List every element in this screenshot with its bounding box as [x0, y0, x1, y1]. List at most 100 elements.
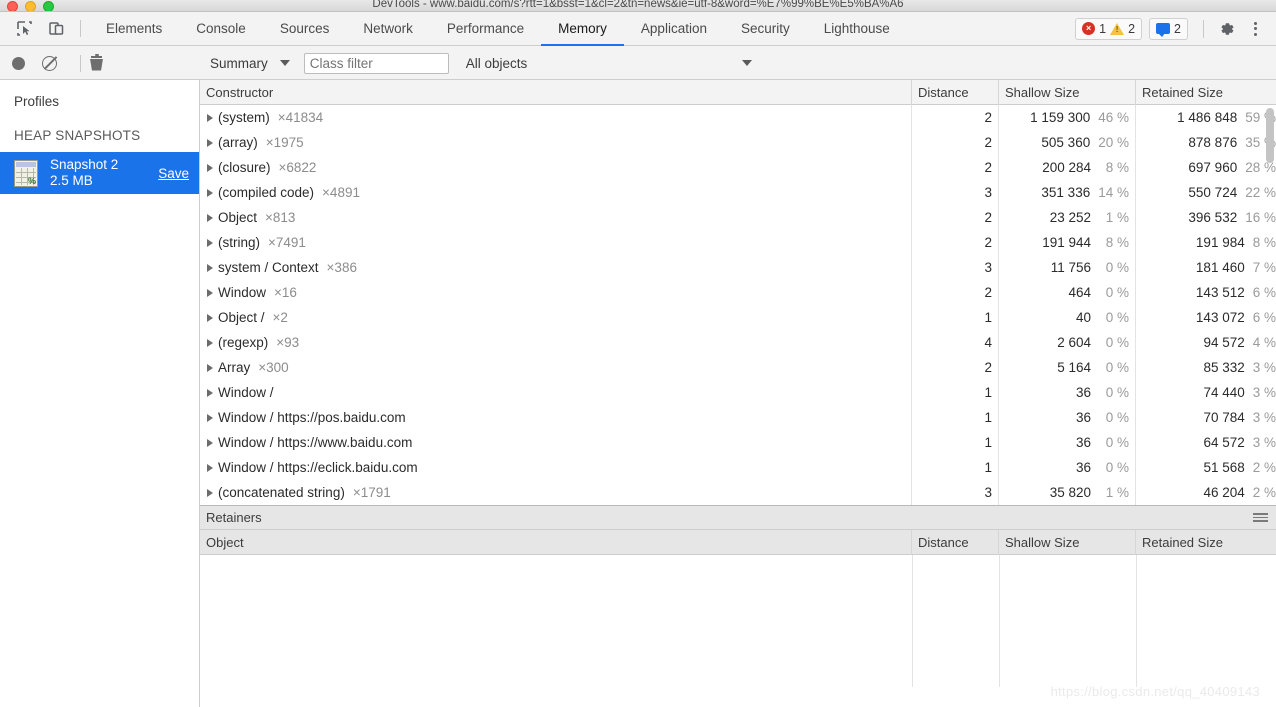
- cell-constructor[interactable]: Array ×300: [200, 355, 912, 380]
- cell-distance: 1: [912, 430, 999, 455]
- table-row[interactable]: Window / https://pos.baidu.com 1 36 0 % 70 7…: [200, 405, 1276, 430]
- table-row[interactable]: Window / 1 36 0 % 74 440 3 %: [200, 380, 1276, 405]
- table-row[interactable]: Window / https://eclick.baidu.com 1 36 0 % 5…: [200, 455, 1276, 480]
- table-row[interactable]: Array ×300 2 5 164 0 % 85 332 3 %: [200, 355, 1276, 380]
- cell-retained-size: 143 072 6 %: [1136, 305, 1276, 330]
- cell-constructor[interactable]: Window ×16: [200, 280, 912, 305]
- table-row[interactable]: (system) ×41834 2 1 159 300 46 % 1 486 848 59 …: [200, 105, 1276, 130]
- cell-constructor[interactable]: Object / ×2: [200, 305, 912, 330]
- table-row[interactable]: (array) ×1975 2 505 360 20 % 878 876 35 %: [200, 130, 1276, 155]
- column-header-shallow-size[interactable]: Shallow Size: [999, 79, 1136, 105]
- expand-triangle-icon[interactable]: [207, 288, 213, 297]
- retained-size-percent: 3 %: [1252, 385, 1276, 400]
- tab-application[interactable]: Application: [624, 12, 724, 46]
- expand-triangle-icon[interactable]: [207, 363, 213, 372]
- gear-icon[interactable]: [1214, 16, 1240, 42]
- tab-memory[interactable]: Memory: [541, 12, 624, 47]
- memory-toolbar-actions: [0, 46, 200, 80]
- tab-lighthouse[interactable]: Lighthouse: [807, 12, 907, 46]
- warning-count: 2: [1128, 21, 1136, 36]
- tab-elements[interactable]: Elements: [89, 12, 179, 46]
- shallow-size-value: 23 252: [1049, 210, 1091, 225]
- tab-network[interactable]: Network: [346, 12, 430, 46]
- column-header-retained-size[interactable]: Retained Size: [1136, 530, 1276, 555]
- watermark: https://blog.csdn.net/qq_40409143: [1050, 684, 1260, 699]
- cell-shallow-size: 191 944 8 %: [999, 230, 1136, 255]
- expand-triangle-icon[interactable]: [207, 438, 213, 447]
- column-header-object[interactable]: Object: [200, 529, 912, 555]
- tab-console[interactable]: Console: [179, 12, 263, 46]
- kebab-menu-icon[interactable]: [1242, 16, 1268, 42]
- table-row[interactable]: (concatenated string) ×1791 3 35 820 1 % 46 2…: [200, 480, 1276, 505]
- expand-triangle-icon[interactable]: [207, 313, 213, 322]
- cell-constructor[interactable]: Window / https://www.baidu.com: [200, 430, 912, 455]
- expand-triangle-icon[interactable]: [207, 238, 213, 247]
- table-row[interactable]: (closure) ×6822 2 200 284 8 % 697 960 28 %: [200, 155, 1276, 180]
- expand-triangle-icon[interactable]: [207, 113, 213, 122]
- view-select[interactable]: Summary: [210, 56, 290, 71]
- vertical-scrollbar[interactable]: [1266, 108, 1274, 163]
- expand-triangle-icon[interactable]: [207, 413, 213, 422]
- shallow-size-percent: 0 %: [1105, 360, 1129, 375]
- objects-select[interactable]: All objects: [466, 56, 1276, 71]
- cell-constructor[interactable]: (concatenated string) ×1791: [200, 480, 912, 505]
- expand-triangle-icon[interactable]: [207, 163, 213, 172]
- cell-constructor[interactable]: (regexp) ×93: [200, 330, 912, 355]
- tab-sources[interactable]: Sources: [263, 12, 347, 46]
- table-row[interactable]: Object ×813 2 23 252 1 % 396 532 16 %: [200, 205, 1276, 230]
- column-header-shallow-size[interactable]: Shallow Size: [999, 529, 1136, 555]
- clear-circle-slash-icon[interactable]: [42, 55, 57, 71]
- cell-constructor[interactable]: (array) ×1975: [200, 130, 912, 155]
- table-row[interactable]: Window ×16 2 464 0 % 143 512 6 %: [200, 280, 1276, 305]
- tab-performance[interactable]: Performance: [430, 12, 541, 46]
- cell-retained-size: 143 512 6 %: [1136, 280, 1276, 305]
- cell-constructor[interactable]: Window / https://pos.baidu.com: [200, 405, 912, 430]
- cell-constructor[interactable]: Window /: [200, 380, 912, 405]
- expand-triangle-icon[interactable]: [207, 263, 213, 272]
- hamburger-menu-icon[interactable]: [1253, 513, 1268, 522]
- chevron-down-icon: [742, 60, 752, 66]
- table-row[interactable]: (string) ×7491 2 191 944 8 % 191 984 8 %: [200, 230, 1276, 255]
- expand-triangle-icon[interactable]: [207, 388, 213, 397]
- expand-triangle-icon[interactable]: [207, 463, 213, 472]
- class-filter-input[interactable]: [303, 52, 449, 74]
- messages-counter[interactable]: 2: [1149, 17, 1188, 40]
- expand-triangle-icon[interactable]: [207, 138, 213, 147]
- cell-constructor[interactable]: system / Context ×386: [200, 255, 912, 280]
- heap-snapshot-icon: %: [14, 159, 38, 187]
- expand-triangle-icon[interactable]: [207, 338, 213, 347]
- inspect-cursor-icon[interactable]: [10, 16, 38, 42]
- snapshot-meta: Snapshot 2 2.5 MB: [50, 157, 118, 189]
- constructor-count: ×386: [326, 260, 357, 275]
- table-row[interactable]: Object / ×2 1 40 0 % 143 072 6 %: [200, 305, 1276, 330]
- cell-constructor[interactable]: Window / https://eclick.baidu.com: [200, 455, 912, 480]
- constructor-name: (concatenated string): [218, 485, 345, 500]
- issues-counter[interactable]: × 1 2: [1075, 17, 1143, 40]
- cell-constructor[interactable]: (string) ×7491: [200, 230, 912, 255]
- record-dot-icon[interactable]: [12, 56, 25, 70]
- shallow-size-percent: 14 %: [1098, 185, 1129, 200]
- column-header-retained-size[interactable]: Retained Size: [1136, 80, 1276, 105]
- cell-constructor[interactable]: (compiled code) ×4891: [200, 180, 912, 205]
- column-header-constructor[interactable]: Constructor: [200, 79, 912, 105]
- table-row[interactable]: Window / https://www.baidu.com 1 36 0 % 64 5…: [200, 430, 1276, 455]
- column-header-distance[interactable]: Distance: [912, 79, 999, 105]
- expand-triangle-icon[interactable]: [207, 213, 213, 222]
- error-count: 1: [1099, 21, 1107, 36]
- column-header-distance[interactable]: Distance: [912, 529, 999, 555]
- cell-constructor[interactable]: (system) ×41834: [200, 105, 912, 130]
- table-row[interactable]: (compiled code) ×4891 3 351 336 14 % 550 724 2…: [200, 180, 1276, 205]
- trash-icon[interactable]: [90, 53, 103, 71]
- expand-triangle-icon[interactable]: [207, 188, 213, 197]
- expand-triangle-icon[interactable]: [207, 488, 213, 497]
- table-row[interactable]: (regexp) ×93 4 2 604 0 % 94 572 4 %: [200, 330, 1276, 355]
- tab-security[interactable]: Security: [724, 12, 807, 46]
- cell-constructor[interactable]: Object ×813: [200, 205, 912, 230]
- sidebar-item-snapshot-2[interactable]: % Snapshot 2 2.5 MB Save: [0, 152, 199, 194]
- cell-retained-size: 85 332 3 %: [1136, 355, 1276, 380]
- device-toggle-icon[interactable]: [42, 16, 70, 42]
- cell-constructor[interactable]: (closure) ×6822: [200, 155, 912, 180]
- toolbar-divider: [80, 20, 81, 37]
- save-snapshot-link[interactable]: Save: [158, 166, 189, 181]
- table-row[interactable]: system / Context ×386 3 11 756 0 % 181 460 7 %: [200, 255, 1276, 280]
